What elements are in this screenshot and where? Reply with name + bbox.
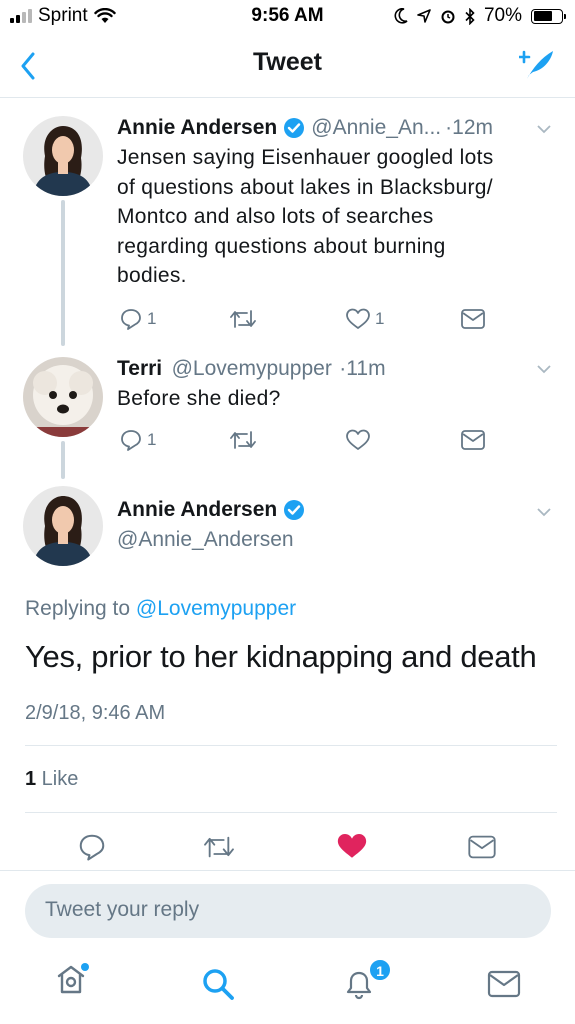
like-count: 1 [375,309,385,328]
reply-icon [121,430,141,451]
chevron-down-icon[interactable] [537,122,551,136]
replying-label: Replying to [25,597,136,620]
reply-count: 1 [147,430,157,449]
status-right-group: 70% [394,5,566,27]
display-name[interactable]: Terri [117,357,162,380]
like-button[interactable]: 1 [345,307,384,331]
retweet-button[interactable] [229,307,257,331]
verified-icon [284,500,305,520]
tweet-text-line: Montco and also lots of searches [117,205,434,228]
display-name[interactable]: Annie Andersen [117,116,277,140]
like-stats[interactable]: 1 Like [25,768,78,791]
moon-icon [394,8,408,24]
avatar[interactable] [23,486,103,566]
battery-icon [531,8,566,24]
chevron-down-icon[interactable] [537,362,551,376]
reply-placeholder: Tweet your reply [45,898,200,921]
tweet-timestamp: 2/9/18, 9:46 AM [25,702,166,724]
tab-home[interactable] [55,962,91,998]
like-button[interactable] [345,428,371,452]
tweet-text: Jensen saying Eisenhauer googled lots of… [117,143,557,291]
dm-button[interactable] [460,308,486,330]
mail-icon [461,309,485,329]
tweet-header: Terri @Lovemypupper ·11m [117,357,537,381]
avatar[interactable] [23,116,103,196]
tweet-text-line: bodies. [117,264,187,287]
status-bar: Sprint 9:56 AM 70% [0,0,575,34]
display-name[interactable]: Annie Andersen [117,498,277,522]
avatar[interactable] [23,357,103,437]
retweet-icon[interactable] [202,833,236,861]
nav-bar: Tweet [0,34,575,98]
like-stat-count: 1 [25,768,37,790]
tab-search[interactable] [200,966,236,1002]
mail-icon[interactable] [467,834,497,860]
mail-icon [461,430,485,450]
tweet-text-line: regarding questions about burning [117,234,446,258]
dm-button[interactable] [460,429,486,451]
home-icon [57,963,89,994]
like-stat-label: Like [36,768,79,790]
notification-badge: 1 [368,958,392,982]
bluetooth-icon [465,7,475,25]
tweet-text: Before she died? [117,387,281,410]
reply-icon[interactable] [77,832,107,862]
page-title: Tweet [253,48,322,76]
main-tweet-author: Annie Andersen [117,498,305,522]
heart-icon [346,308,370,329]
reply-button[interactable]: 1 [119,307,156,331]
compose-icon[interactable] [519,48,555,80]
heart-icon [346,429,370,450]
divider [25,745,557,746]
user-handle[interactable]: @Lovemypupper [172,357,332,380]
reply-input[interactable]: Tweet your reply [25,884,551,938]
retweet-button[interactable] [229,428,257,452]
mail-icon [487,970,521,998]
alarm-icon [441,10,455,24]
tab-messages[interactable] [486,968,522,1000]
tweet-time: ·11m [339,357,386,380]
battery-percent: 70% [483,5,522,26]
search-icon [203,969,234,1000]
tweet-header: Annie Andersen @Annie_An... ·12m [117,116,557,140]
thread-line [61,441,65,479]
divider [25,812,557,813]
retweet-icon [230,431,256,449]
reply-count: 1 [147,309,157,328]
chevron-down-icon[interactable] [537,505,551,519]
heart-icon[interactable] [336,831,368,861]
tweet-text-line: Jensen saying Eisenhauer googled lots [117,146,494,169]
thread-line [61,200,65,346]
replying-handle-link[interactable]: @Lovemypupper [136,597,296,620]
user-handle[interactable]: @Annie_An... [311,116,441,140]
tweet-time: ·12m [445,116,494,139]
verified-icon [284,118,305,138]
user-handle[interactable]: @Annie_Andersen [117,528,294,552]
tweet-text-line: of questions about lakes in Blacksburg/ [117,175,493,199]
reply-button[interactable]: 1 [119,428,156,452]
replying-to: Replying to @Lovemypupper [25,597,296,621]
divider [0,870,575,871]
location-icon [417,9,431,23]
reply-icon [121,309,141,330]
retweet-icon [230,310,256,328]
main-tweet-text: Yes, prior to her kidnapping and death [25,639,537,674]
